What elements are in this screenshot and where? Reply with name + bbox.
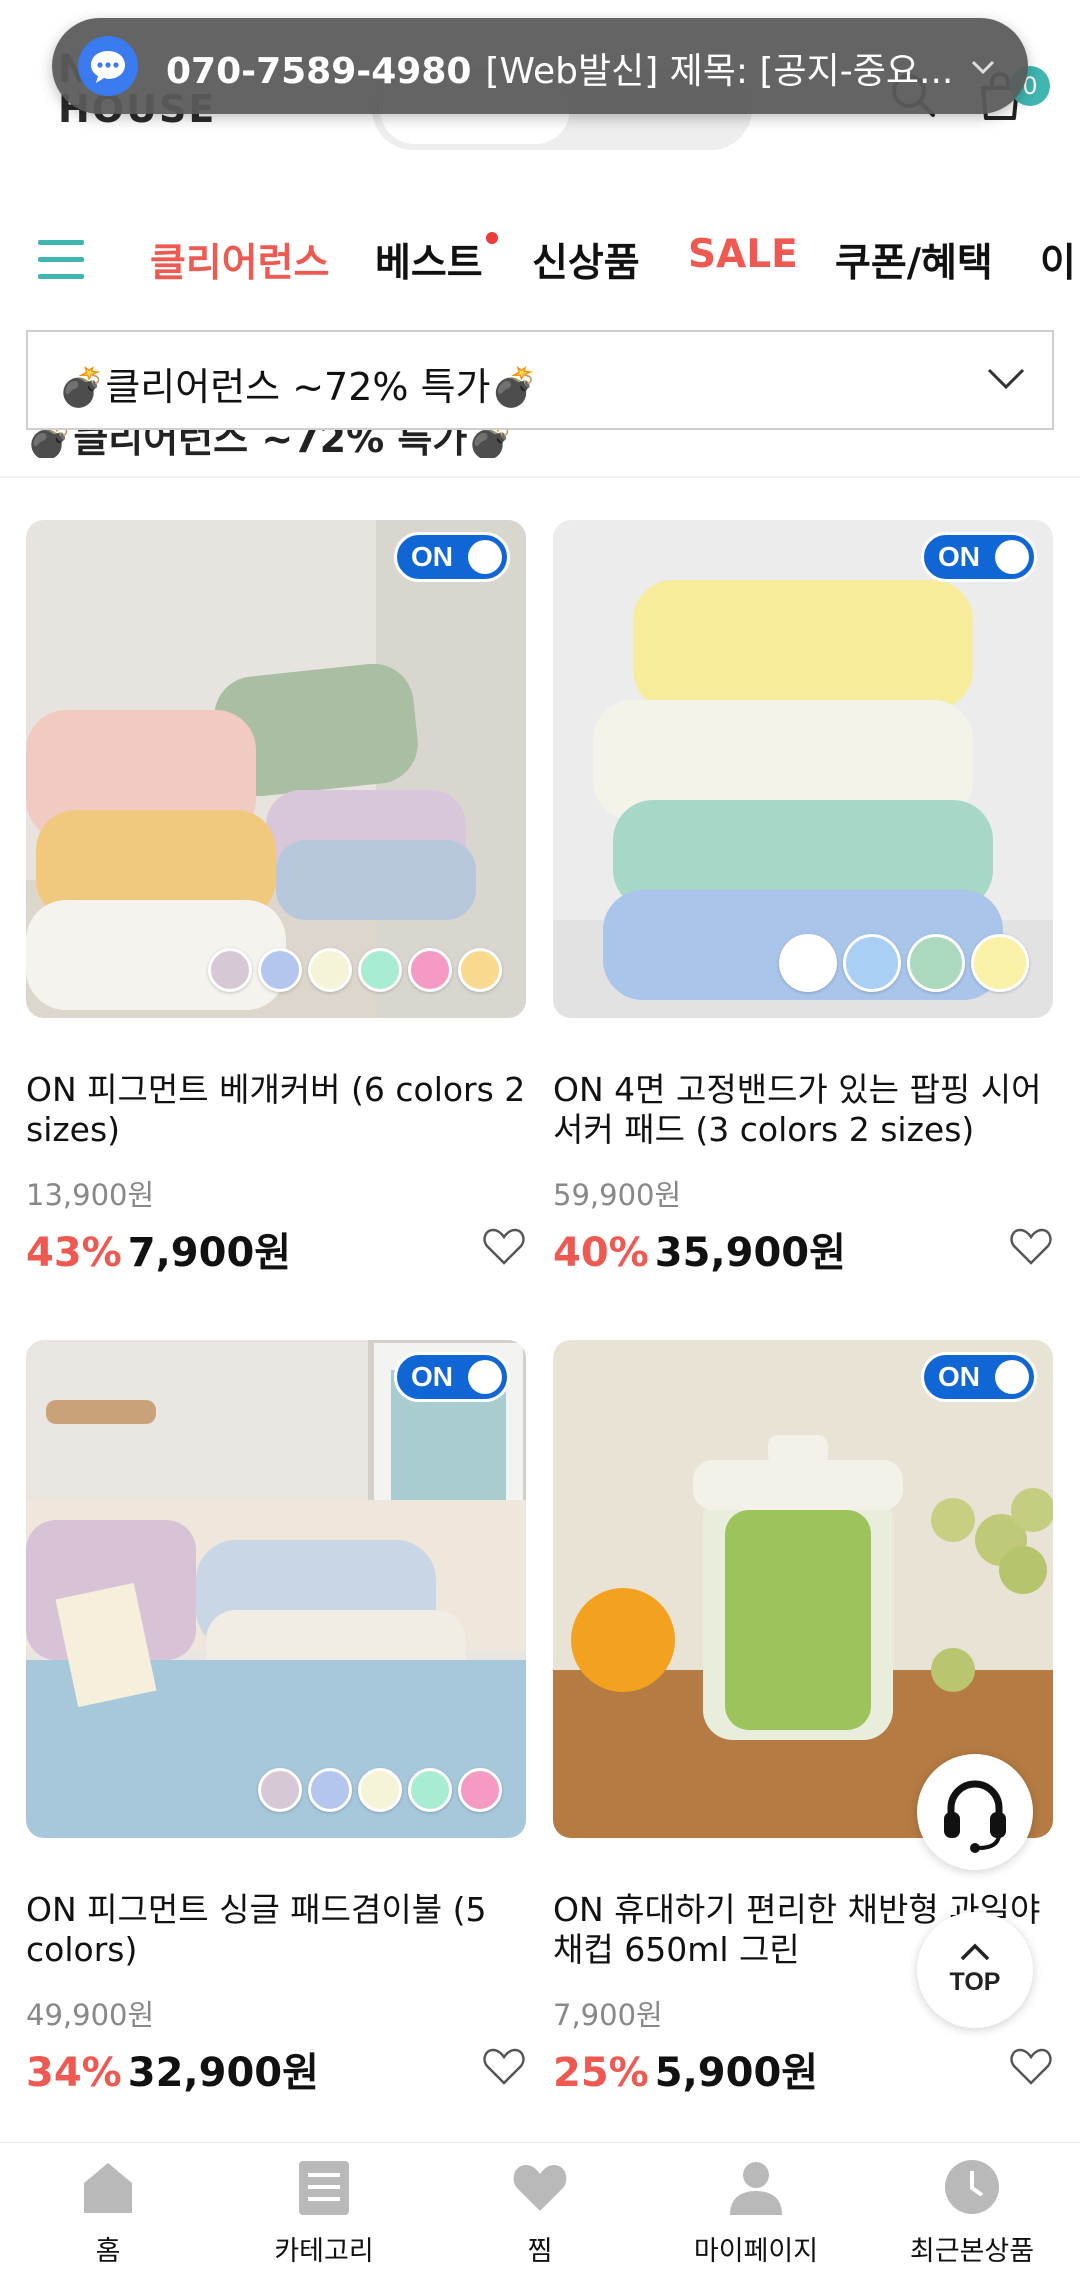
color-swatch <box>308 948 352 992</box>
bottom-nav-label: 카테고리 <box>274 2236 374 2267</box>
chevron-up-icon <box>960 1943 990 1961</box>
on-toggle[interactable]: ON <box>394 532 510 582</box>
nav-item-clearance[interactable]: 클리어런스 <box>150 232 329 288</box>
product-image[interactable]: ON <box>553 520 1053 1018</box>
product-name[interactable]: ON 4면 고정밴드가 있는 팝핑 시어서커 패드 (3 colors 2 si… <box>553 1070 1053 1152</box>
bottom-nav-wishlist[interactable]: 찜 <box>440 2157 640 2268</box>
sale-price: 32,900원 <box>127 2050 319 2096</box>
bottom-nav-recent[interactable]: 최근본상품 <box>872 2157 1072 2268</box>
heart-icon[interactable] <box>482 2046 526 2086</box>
discount-rate: 43% <box>26 1230 122 1276</box>
nav-item-new[interactable]: 신상품 <box>532 232 640 288</box>
menu-icon[interactable] <box>38 240 84 280</box>
heart-icon[interactable] <box>482 1226 526 1266</box>
color-swatch <box>843 934 901 992</box>
on-toggle[interactable]: ON <box>921 532 1037 582</box>
sale-price: 7,900원 <box>127 1230 292 1276</box>
discount-rate: 34% <box>26 2050 122 2096</box>
discount-rate: 25% <box>553 2050 649 2096</box>
bottom-nav-label: 최근본상품 <box>909 2236 1035 2267</box>
scroll-top-label: TOP <box>949 1968 1001 1996</box>
on-toggle[interactable]: ON <box>394 1352 510 1402</box>
color-swatch <box>779 934 837 992</box>
clock-icon <box>945 2160 999 2214</box>
product-card[interactable]: ON ON 4면 고정밴드가 있는 팝핑 시어서커 패드 (3 colors 2… <box>553 520 1053 1276</box>
heart-icon <box>513 2165 567 2211</box>
notification-text: 070-7589-4980 [Web발신] 제목: [공지-중요... <box>166 42 966 94</box>
color-swatch <box>458 1768 502 1812</box>
color-swatch <box>358 948 402 992</box>
bottom-nav-label: 찜 <box>527 2236 553 2267</box>
bottom-nav-label: 마이페이지 <box>693 2236 819 2267</box>
notification-sender: 070-7589-4980 <box>166 51 472 92</box>
divider <box>0 476 1080 478</box>
sale-price: 5,900원 <box>654 2050 819 2096</box>
color-swatch <box>308 1768 352 1812</box>
color-swatch <box>358 1768 402 1812</box>
category-nav: 클리어런스 베스트 신상품 SALE 쿠폰/혜택 이 <box>0 212 1080 308</box>
discount-rate: 40% <box>553 1230 649 1276</box>
heart-icon[interactable] <box>1009 2046 1053 2086</box>
product-name[interactable]: ON 피그먼트 베개커버 (6 colors 2 sizes) <box>26 1070 526 1152</box>
bottom-nav-category[interactable]: 카테고리 <box>224 2157 424 2268</box>
product-image[interactable]: ON <box>26 520 526 1018</box>
original-price: 13,900원 <box>26 1178 155 1212</box>
notification-message: [Web발신] 제목: [공지-중요... <box>485 51 954 92</box>
color-swatches <box>773 934 1029 992</box>
customer-service-button[interactable] <box>917 1754 1033 1870</box>
color-swatch <box>208 948 252 992</box>
nav-item-more[interactable]: 이 <box>1040 232 1076 288</box>
original-price: 59,900원 <box>553 1178 682 1212</box>
product-image[interactable]: ON <box>26 1340 526 1838</box>
color-swatch <box>971 934 1029 992</box>
message-notification[interactable]: 070-7589-4980 [Web발신] 제목: [공지-중요... <box>52 18 1028 114</box>
sale-price: 35,900원 <box>654 1230 846 1276</box>
color-swatch <box>907 934 965 992</box>
nav-item-sale[interactable]: SALE <box>688 232 798 277</box>
bottom-nav-mypage[interactable]: 마이페이지 <box>656 2157 856 2268</box>
product-card[interactable]: ON ON 피그먼트 베개커버 (6 colors 2 sizes) 13,90… <box>26 520 526 1276</box>
color-swatch <box>408 1768 452 1812</box>
category-icon <box>299 2161 349 2215</box>
original-price: 49,900원 <box>26 1998 155 2032</box>
color-swatch <box>458 948 502 992</box>
home-icon <box>84 2163 132 2213</box>
color-swatch <box>258 1768 302 1812</box>
person-icon <box>730 2162 782 2215</box>
new-dot-badge <box>486 232 498 244</box>
bottom-nav-home[interactable]: 홈 <box>8 2157 208 2268</box>
section-title: 💣클리어런스 ~72% 특가💣 <box>26 430 515 458</box>
product-name[interactable]: ON 피그먼트 싱글 패드겸이불 (5 colors) <box>26 1890 526 1972</box>
bottom-nav: 홈 카테고리 찜 마이페이지 최근본상품 <box>0 2142 1080 2284</box>
chevron-down-icon <box>987 368 1025 390</box>
bottom-nav-label: 홈 <box>95 2236 121 2267</box>
color-swatches <box>252 1768 502 1812</box>
promotion-select[interactable]: 💣클리어런스 ~72% 특가💣 <box>26 330 1054 430</box>
headset-icon <box>944 1780 1006 1853</box>
color-swatch <box>408 948 452 992</box>
messages-app-icon <box>78 36 138 96</box>
color-swatches <box>202 948 502 992</box>
product-card[interactable]: ON ON 피그먼트 싱글 패드겸이불 (5 colors) 49,900원 3… <box>26 1340 526 2096</box>
heart-icon[interactable] <box>1009 1226 1053 1266</box>
chevron-down-icon[interactable] <box>968 52 998 82</box>
promotion-select-value: 💣클리어런스 ~72% 특가💣 <box>58 365 538 409</box>
nav-item-best[interactable]: 베스트 <box>375 232 483 288</box>
nav-item-coupon[interactable]: 쿠폰/혜택 <box>835 232 993 288</box>
on-toggle[interactable]: ON <box>921 1352 1037 1402</box>
color-swatch <box>258 948 302 992</box>
scroll-top-button[interactable]: TOP <box>917 1912 1033 2028</box>
